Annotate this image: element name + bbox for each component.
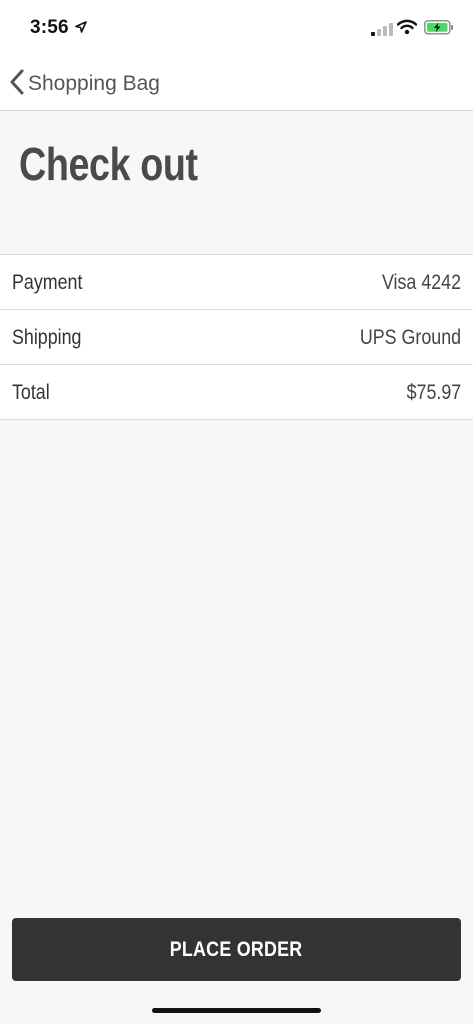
home-indicator: [152, 1008, 321, 1013]
total-row: Total $75.97: [0, 365, 473, 420]
row-value: UPS Ground: [359, 326, 461, 349]
row-value: $75.97: [406, 381, 461, 404]
status-bar: 3:56: [0, 0, 473, 56]
battery-charging-icon: [424, 20, 454, 40]
row-label: Payment: [12, 271, 83, 294]
status-time: 3:56: [30, 17, 69, 38]
page-header: Check out: [0, 111, 473, 254]
chevron-left-icon: [10, 69, 24, 100]
row-label: Total: [12, 381, 50, 404]
order-summary-list: Payment Visa 4242 Shipping UPS Ground To…: [0, 254, 473, 420]
location-arrow-icon: [75, 20, 87, 38]
place-order-label: PLACE ORDER: [170, 937, 303, 961]
back-button[interactable]: Shopping Bag: [10, 68, 160, 100]
navigation-bar: Shopping Bag: [0, 56, 473, 111]
payment-row[interactable]: Payment Visa 4242: [0, 255, 473, 310]
page-title: Check out: [19, 138, 198, 190]
row-label: Shipping: [12, 326, 82, 349]
place-order-button[interactable]: PLACE ORDER: [12, 918, 461, 981]
wifi-icon: [396, 19, 418, 40]
shipping-row[interactable]: Shipping UPS Ground: [0, 310, 473, 365]
cellular-signal-icon: [371, 22, 393, 41]
row-value: Visa 4242: [381, 271, 461, 294]
back-label: Shopping Bag: [28, 72, 160, 95]
